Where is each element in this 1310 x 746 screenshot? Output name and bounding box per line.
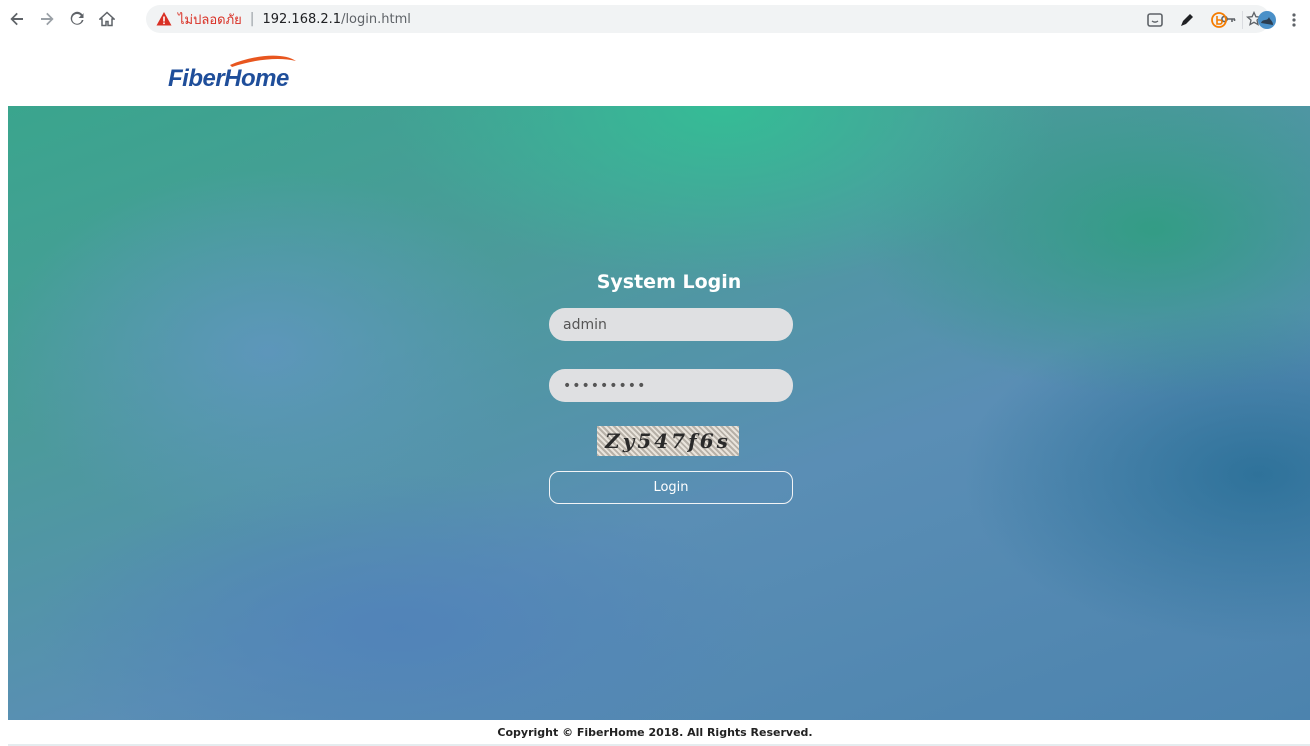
- url-host: 192.168.2.1: [262, 11, 342, 27]
- toolbar-extensions: [1146, 10, 1297, 30]
- back-arrow-icon[interactable]: [4, 6, 30, 32]
- more-menu-icon[interactable]: [1291, 11, 1297, 29]
- captcha-image[interactable]: Zy547f6s: [597, 426, 739, 456]
- chat-extension-icon[interactable]: [1146, 11, 1164, 29]
- warning-triangle-icon: [156, 12, 172, 26]
- pen-extension-icon[interactable]: [1178, 11, 1196, 29]
- profile-avatar[interactable]: [1257, 10, 1277, 30]
- url-separator: |: [249, 11, 255, 27]
- page-title: System Login: [8, 271, 1310, 293]
- fiberhome-logo: FiberHome: [168, 53, 308, 97]
- footer: Copyright © FiberHome 2018. All Rights R…: [0, 720, 1310, 746]
- browser-toolbar: ไม่ปลอดภัย | 192.168.2.1/login.html: [0, 0, 1310, 38]
- login-button[interactable]: Login: [549, 471, 793, 504]
- username-input[interactable]: [549, 308, 793, 341]
- login-panel-background: System Login Zy547f6s Login: [8, 106, 1310, 720]
- captcha-text: Zy547f6s: [605, 429, 731, 453]
- not-secure-label[interactable]: ไม่ปลอดภัย: [178, 9, 242, 30]
- logo-text: FiberHome: [168, 65, 289, 92]
- header: FiberHome: [0, 38, 1310, 106]
- reload-icon[interactable]: [64, 6, 90, 32]
- forward-arrow-icon[interactable]: [34, 6, 60, 32]
- home-icon[interactable]: [94, 6, 120, 32]
- password-input[interactable]: [549, 369, 793, 402]
- copyright-text: Copyright © FiberHome 2018. All Rights R…: [497, 726, 813, 739]
- toolbar-divider: [1242, 11, 1243, 29]
- orange-extension-icon[interactable]: [1210, 11, 1228, 29]
- url-text[interactable]: 192.168.2.1/login.html: [262, 12, 410, 27]
- url-path: /login.html: [341, 11, 411, 27]
- system-login-title: System Login: [596, 271, 742, 293]
- address-bar[interactable]: ไม่ปลอดภัย | 192.168.2.1/login.html: [146, 5, 1270, 33]
